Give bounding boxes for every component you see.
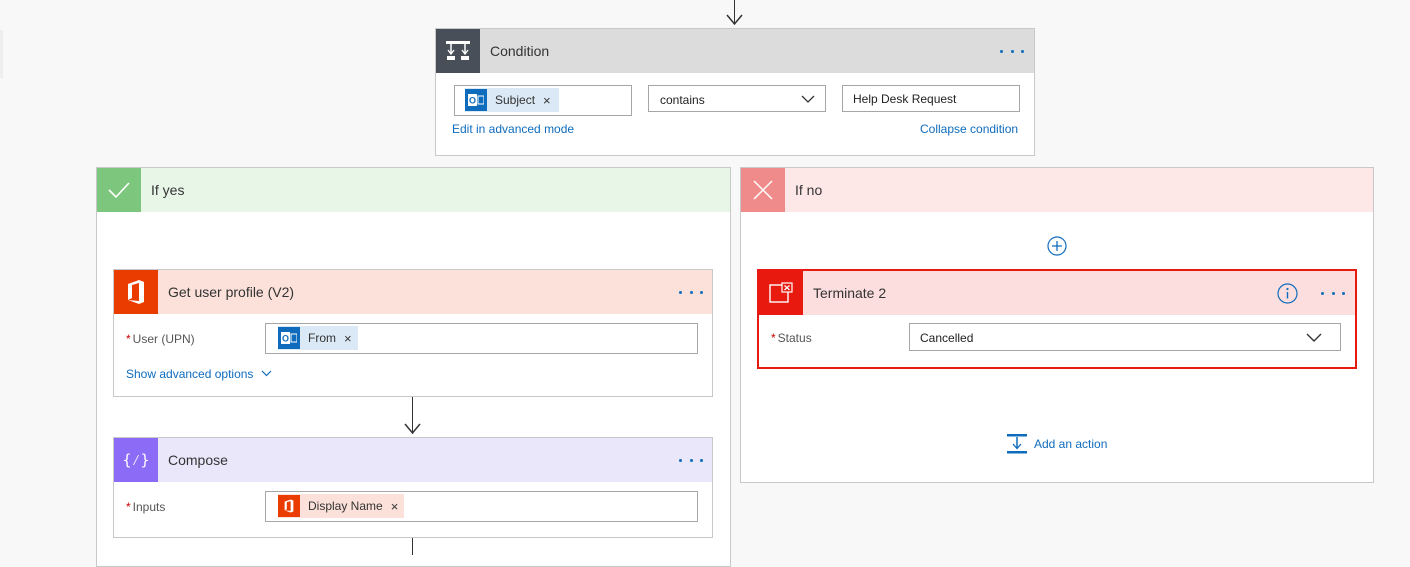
add-an-action-label: Add an action — [1034, 437, 1108, 451]
inputs-label: * Inputs — [126, 500, 166, 514]
chevron-down-icon — [261, 370, 272, 377]
svg-text:O: O — [282, 334, 289, 344]
compose-more-button[interactable] — [679, 452, 703, 468]
outlook-icon: O — [465, 89, 487, 111]
condition-left-operand[interactable]: O Subject × — [454, 85, 632, 116]
get-user-profile-more-button[interactable] — [679, 284, 703, 300]
status-label: * Status — [771, 331, 812, 345]
svg-text:O: O — [469, 96, 476, 106]
condition-header[interactable]: Condition — [436, 29, 1034, 73]
add-an-action-button[interactable]: Add an action — [1006, 432, 1107, 456]
edit-advanced-mode-link[interactable]: Edit in advanced mode — [452, 122, 574, 136]
operator-value: contains — [660, 93, 705, 107]
display-name-token[interactable]: Display Name × — [278, 494, 405, 518]
remove-from-token-icon[interactable]: × — [344, 331, 352, 346]
top-arrow-icon — [726, 14, 743, 26]
get-user-profile-card: Get user profile (V2) * User (UPN) O From… — [113, 269, 713, 397]
terminate-title: Terminate 2 — [813, 285, 887, 301]
terminate-header[interactable]: Terminate 2 — [759, 271, 1355, 315]
condition-icon — [436, 29, 480, 73]
compose-title: Compose — [168, 452, 228, 468]
condition-card: Condition O Subject × contains Help Desk… — [435, 28, 1035, 156]
status-select[interactable]: Cancelled — [909, 323, 1341, 351]
if-yes-title: If yes — [151, 182, 185, 198]
inputs-field[interactable]: Display Name × — [265, 491, 698, 522]
chevron-down-icon — [801, 95, 815, 103]
if-no-title: If no — [795, 182, 823, 198]
close-icon — [741, 168, 785, 212]
show-advanced-options-link[interactable]: Show advanced options — [126, 367, 272, 381]
get-user-profile-header[interactable]: Get user profile (V2) — [114, 270, 712, 314]
condition-title: Condition — [490, 43, 550, 59]
outlook-icon: O — [278, 327, 300, 349]
user-upn-label: * User (UPN) — [126, 332, 195, 346]
if-yes-header[interactable]: If yes — [97, 168, 730, 212]
if-no-header[interactable]: If no — [741, 168, 1373, 212]
remove-subject-token-icon[interactable]: × — [543, 93, 551, 108]
compose-card: {⁄} Compose * Inputs Display Name × — [113, 437, 713, 538]
checkmark-icon — [97, 168, 141, 212]
from-token[interactable]: O From × — [278, 326, 358, 350]
terminate-more-button[interactable] — [1321, 285, 1345, 301]
condition-value-text: Help Desk Request — [853, 92, 957, 106]
condition-value-input[interactable]: Help Desk Request — [842, 85, 1020, 112]
status-value: Cancelled — [920, 331, 974, 345]
from-token-label: From — [308, 331, 336, 345]
compose-icon: {⁄} — [114, 438, 158, 482]
compose-connector-line — [412, 538, 413, 555]
terminate-card: Terminate 2 * Status Cancelled — [757, 269, 1357, 369]
terminate-icon — [759, 271, 803, 315]
info-icon[interactable] — [1277, 283, 1298, 304]
chevron-down-icon — [1306, 333, 1322, 342]
compose-header[interactable]: {⁄} Compose — [114, 438, 712, 482]
add-action-icon — [1007, 434, 1027, 454]
subject-token-label: Subject — [495, 93, 536, 107]
office-icon — [278, 495, 300, 517]
user-upn-field[interactable]: O From × — [265, 323, 698, 354]
collapse-condition-link[interactable]: Collapse condition — [920, 122, 1018, 136]
office-icon — [114, 270, 158, 314]
subject-token[interactable]: O Subject × — [465, 88, 559, 112]
condition-more-button[interactable] — [1000, 43, 1024, 59]
condition-operator-select[interactable]: contains — [648, 85, 826, 112]
remove-display-name-token-icon[interactable]: × — [391, 499, 399, 514]
display-name-token-label: Display Name — [308, 499, 383, 513]
add-step-plus-icon[interactable] — [1047, 236, 1067, 256]
get-user-profile-title: Get user profile (V2) — [168, 284, 295, 300]
down-arrow-icon — [404, 423, 421, 435]
left-edge-strip — [0, 30, 3, 78]
